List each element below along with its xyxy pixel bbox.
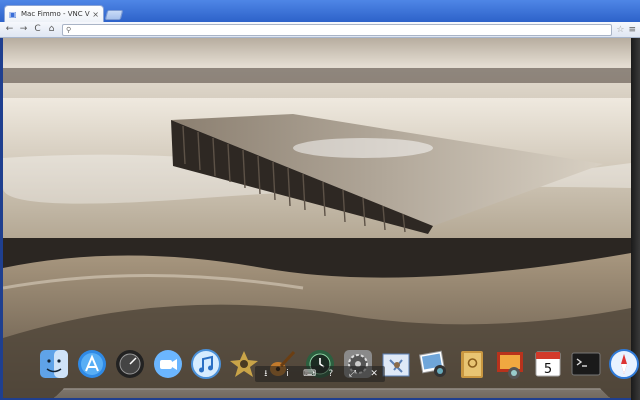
bookmark-star-icon[interactable]: ☆ — [616, 25, 624, 35]
browser-toolbar: ← → C ⌂ ⚲ ☆ ≡ — [0, 22, 640, 38]
browser-title-bar: ▣ Mac Fimmo - VNC Viewer × — [0, 0, 640, 22]
dock-item[interactable] — [494, 348, 526, 380]
vnc-keyboard-icon[interactable]: ⌨ — [303, 369, 316, 379]
address-input[interactable] — [74, 24, 609, 35]
vnc-favicon-icon: ▣ — [9, 9, 17, 19]
dock-item[interactable] — [190, 348, 222, 380]
photo-booth-icon — [497, 352, 523, 379]
itunes-icon — [191, 349, 221, 379]
vnc-help-icon[interactable]: ? — [325, 369, 337, 379]
tab-title: Mac Fimmo - VNC Viewer — [21, 10, 90, 18]
app-store-icon — [78, 350, 106, 378]
vnc-info-icon[interactable]: i — [281, 369, 293, 379]
dock-shelf — [33, 388, 631, 398]
dashboard-icon — [116, 350, 144, 378]
tab-close-icon[interactable]: × — [92, 10, 99, 19]
vnc-disconnect-icon[interactable]: ✕ — [368, 369, 380, 379]
dock-item[interactable] — [76, 348, 108, 380]
new-tab-button[interactable] — [104, 10, 124, 20]
calendar-icon: 5 — [535, 351, 561, 377]
home-button[interactable]: ⌂ — [46, 24, 57, 35]
dock-item[interactable] — [38, 348, 70, 380]
browser-tab[interactable]: ▣ Mac Fimmo - VNC Viewer × — [4, 5, 104, 22]
vnc-send-keys-icon[interactable]: ⭳ — [260, 366, 272, 382]
dock-item[interactable] — [418, 348, 450, 380]
vnc-fullscreen-icon[interactable]: ⤢ — [346, 369, 358, 379]
forward-button[interactable]: → — [18, 24, 29, 35]
dock-item[interactable] — [114, 348, 146, 380]
contacts-icon — [461, 351, 483, 378]
iphoto-icon — [419, 350, 446, 377]
reload-button[interactable]: C — [32, 24, 43, 35]
dock-item[interactable] — [456, 348, 488, 380]
facetime-icon — [154, 350, 182, 378]
search-icon: ⚲ — [66, 25, 72, 34]
address-bar[interactable]: ⚲ — [62, 23, 613, 36]
calendar-day: 5 — [544, 362, 552, 377]
vnc-control-strip: ⭳ i ⌨ ? ⤢ ✕ — [255, 366, 385, 382]
back-button[interactable]: ← — [4, 24, 15, 35]
dock-item[interactable] — [152, 348, 184, 380]
dock-item[interactable]: 5 — [532, 348, 564, 380]
dock-item[interactable] — [570, 348, 602, 380]
finder-icon — [40, 350, 68, 378]
dock-item[interactable] — [608, 348, 640, 380]
wrench-menu-icon[interactable]: ≡ — [628, 25, 636, 35]
safari-icon — [609, 349, 639, 379]
terminal-icon — [571, 352, 601, 376]
